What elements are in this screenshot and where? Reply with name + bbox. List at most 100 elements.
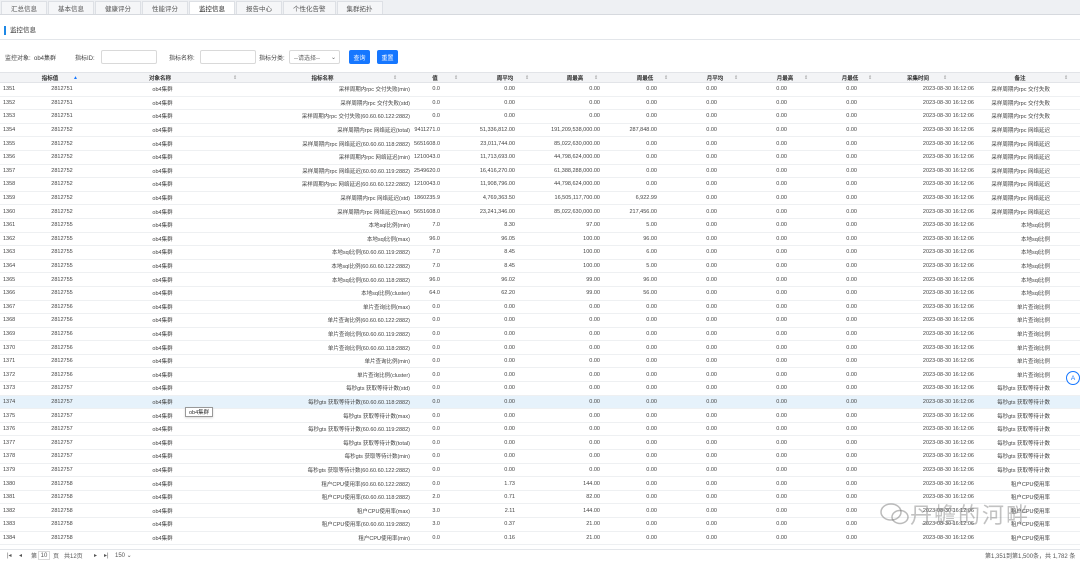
table-row[interactable]: 1364 2812755 ob4集群 本地sql比例(60.60.60.122:288… bbox=[0, 260, 1080, 274]
table-row[interactable]: 1357 2812752 ob4集群 采样周期内rpc 网络延迟(60.60.60.1… bbox=[0, 165, 1080, 179]
table-cell: 0.00 bbox=[504, 385, 515, 392]
table-cell: 2023-08-30 16:12:06 bbox=[922, 317, 974, 324]
table-cell: 本地sql比例 bbox=[1020, 291, 1050, 298]
page-size-select[interactable]: 150 ⌄ bbox=[115, 550, 132, 561]
table-cell: 44,798,624,000.00 bbox=[554, 181, 600, 188]
tab-summary[interactable]: 汇总信息 bbox=[1, 1, 47, 14]
table-cell: 0.00 bbox=[776, 222, 787, 229]
table-cell: 0.00 bbox=[846, 317, 857, 324]
table-row[interactable]: 1360 2812752 ob4集群 采样周期内rpc 网络延迟(max) 565160… bbox=[0, 205, 1080, 219]
table-cell: 0.0 bbox=[432, 385, 440, 392]
column-header[interactable]: 备注 bbox=[1000, 73, 1040, 82]
table-row[interactable]: 1368 2812756 ob4集群 单片查询比例(60.60.60.122:2882… bbox=[0, 314, 1080, 328]
column-header[interactable]: 周最低 bbox=[625, 73, 665, 82]
table-cell: 0.0 bbox=[432, 113, 440, 120]
tab-report-center[interactable]: 报告中心 bbox=[236, 1, 282, 14]
table-cell: 0.00 bbox=[504, 358, 515, 365]
table-row[interactable]: 1356 2812752 ob4集群 采样周期内rpc 网络延迟(min) 121004… bbox=[0, 151, 1080, 165]
column-header[interactable]: 月最高 bbox=[765, 73, 805, 82]
sort-icon[interactable]: ⇕ bbox=[804, 75, 808, 81]
table-row[interactable]: 1377 2812757 ob4集群 每秒gts 获取等待计数(total) 0.0 0.… bbox=[0, 436, 1080, 451]
table-cell: 2812752 bbox=[51, 127, 73, 134]
table-row[interactable]: 1378 2812757 ob4集群 每秒gts 获取等待计数(min) 0.0 0.00… bbox=[0, 450, 1080, 464]
page-input[interactable]: 10 bbox=[38, 551, 50, 560]
table-cell: 本地sql比例(60.60.60.118:2882) bbox=[331, 277, 410, 284]
metric-name-input[interactable] bbox=[200, 50, 256, 64]
table-row[interactable]: 1353 2812751 ob4集群 采样周期内rpc 交付失败(60.60.60.1… bbox=[0, 110, 1080, 124]
sort-icon[interactable]: ⇕ bbox=[525, 75, 529, 81]
sort-icon[interactable]: ⇕ bbox=[454, 75, 458, 81]
table-row[interactable]: 1363 2812755 ob4集群 本地sql比例(60.60.60.119:288… bbox=[0, 246, 1080, 260]
sort-icon[interactable]: ⇕ bbox=[393, 75, 397, 81]
table-cell: 2812752 bbox=[51, 167, 73, 174]
table-row[interactable]: 1361 2812755 ob4集群 本地sql比例(min) 7.0 8.30 97.00… bbox=[0, 219, 1080, 233]
tab-health-score[interactable]: 健康评分 bbox=[95, 1, 141, 14]
table-row[interactable]: 1366 2812755 ob4集群 本地sql比例(cluster) 64.0 62.2… bbox=[0, 287, 1080, 301]
table-row[interactable]: 1376 2812757 ob4集群 每秒gts 获取等待计数(60.60.60.11… bbox=[0, 423, 1080, 437]
query-button[interactable]: 查询 bbox=[349, 50, 370, 64]
table-cell: ob4集群 bbox=[152, 168, 173, 175]
sort-icon[interactable]: ⇕ bbox=[233, 75, 237, 81]
table-cell: 0.00 bbox=[776, 154, 787, 161]
table-row[interactable]: 1384 2812758 ob4集群 租户CPU使用率(min) 0.0 0.16 21.0… bbox=[0, 532, 1080, 546]
table-cell: 2812757 bbox=[51, 453, 73, 460]
table-row[interactable]: 1371 2812756 ob4集群 单片查询比例(min) 0.0 0.00 0.00 0.… bbox=[0, 355, 1080, 369]
table-row[interactable]: 1359 2812752 ob4集群 采样周期内rpc 网络延迟(std) 186023… bbox=[0, 192, 1080, 206]
assistant-float-button[interactable]: A bbox=[1066, 371, 1080, 385]
category-select-value: --请选择-- bbox=[294, 55, 320, 62]
column-header[interactable]: 月最低 bbox=[830, 73, 870, 82]
table-row[interactable]: 1365 2812755 ob4集群 本地sql比例(60.60.60.118:288… bbox=[0, 273, 1080, 287]
table-cell: 2812757 bbox=[51, 412, 73, 419]
table-cell: 2.11 bbox=[504, 507, 515, 514]
table-cell: 3.0 bbox=[432, 507, 440, 514]
column-header[interactable]: 周平均 bbox=[485, 73, 525, 82]
column-header[interactable]: 周最高 bbox=[555, 73, 595, 82]
table-row[interactable]: 1355 2812752 ob4集群 采样周期内rpc 网络延迟(60.60.60.1… bbox=[0, 137, 1080, 151]
table-row[interactable]: 1354 2812752 ob4集群 采样周期内rpc 网络延迟(total) 9411… bbox=[0, 124, 1080, 138]
tab-custom-alert[interactable]: 个性化告警 bbox=[283, 1, 336, 14]
table-cell: 0.00 bbox=[706, 330, 717, 337]
sort-icon[interactable]: ⇕ bbox=[943, 75, 947, 81]
table-cell: 2023-08-30 16:12:06 bbox=[922, 99, 974, 106]
column-header[interactable]: 指标名称 bbox=[300, 73, 345, 82]
tab-cluster-topology[interactable]: 集群拓扑 bbox=[336, 1, 383, 14]
section-title: 监控信息 bbox=[4, 26, 36, 35]
table-row[interactable]: 1380 2812758 ob4集群 租户CPU使用率(60.60.60.122:28… bbox=[0, 477, 1080, 491]
table-cell: 8.45 bbox=[504, 263, 515, 270]
column-header[interactable]: 指标值 bbox=[30, 73, 70, 82]
tab-performance-score[interactable]: 性能评分 bbox=[142, 1, 188, 14]
table-row[interactable]: 1374 2812757 ob4集群 每秒gts 获取等待计数(60.60.60.11… bbox=[0, 395, 1080, 410]
last-page-icon[interactable]: ▸| bbox=[104, 550, 109, 561]
table-row[interactable]: 1358 2812752 ob4集群 采样周期内rpc 网络延迟(60.60.60.1… bbox=[0, 178, 1080, 192]
first-page-icon[interactable]: |◂ bbox=[7, 550, 12, 561]
column-header[interactable]: 值 bbox=[420, 73, 450, 82]
table-row[interactable]: 1373 2812757 ob4集群 每秒gts 获取等待计数(std) 0.0 0.00… bbox=[0, 382, 1080, 396]
table-row[interactable]: 1372 2812756 ob4集群 单片查询比例(cluster) 0.0 0.00 0.… bbox=[0, 368, 1080, 383]
sort-icon[interactable]: ⇕ bbox=[734, 75, 738, 81]
next-page-icon[interactable]: ▸ bbox=[94, 550, 97, 561]
column-header[interactable]: 采集时间 bbox=[893, 73, 943, 82]
prev-page-icon[interactable]: ◂ bbox=[19, 550, 22, 561]
metric-id-input[interactable] bbox=[101, 50, 157, 64]
sort-icon[interactable]: ⇕ bbox=[664, 75, 668, 81]
table-cell: 0.00 bbox=[776, 113, 787, 120]
sort-asc-icon[interactable]: ▲ bbox=[73, 75, 78, 81]
table-cell: 0.0 bbox=[432, 371, 440, 378]
tab-monitoring[interactable]: 监控信息 bbox=[189, 1, 235, 14]
sort-icon[interactable]: ⇕ bbox=[594, 75, 598, 81]
column-header[interactable]: 月平均 bbox=[695, 73, 735, 82]
table-row[interactable]: 1362 2812755 ob4集群 本地sql比例(max) 96.0 96.05 100… bbox=[0, 233, 1080, 247]
reset-button[interactable]: 重置 bbox=[377, 50, 398, 64]
table-row[interactable]: 1375 2812757 ob4集群 每秒gts 获取等待计数(max) 0.0 0.00… bbox=[0, 409, 1080, 423]
category-select[interactable]: --请选择-- ⌄ bbox=[289, 50, 340, 64]
table-row[interactable]: 1379 2812757 ob4集群 每秒gts 获取等待计数(60.60.60.12… bbox=[0, 464, 1080, 478]
table-row[interactable]: 1367 2812756 ob4集群 单片查询比例(max) 0.0 0.00 0.00 0.… bbox=[0, 301, 1080, 315]
table-row[interactable]: 1370 2812756 ob4集群 单片查询比例(60.60.60.118:2882… bbox=[0, 341, 1080, 355]
tab-basic-info[interactable]: 基本信息 bbox=[48, 1, 94, 14]
sort-icon[interactable]: ⇕ bbox=[1064, 75, 1068, 81]
table-row[interactable]: 1351 2812751 ob4集群 采样周期内rpc 交付失败(min) 0.0 0.0… bbox=[0, 83, 1080, 97]
table-row[interactable]: 1369 2812756 ob4集群 单片查询比例(60.60.60.119:2882… bbox=[0, 328, 1080, 342]
column-header[interactable]: 对象名称 bbox=[130, 73, 190, 82]
table-row[interactable]: 1352 2812751 ob4集群 采样周期内rpc 交付失败(std) 0.0 0.0… bbox=[0, 97, 1080, 111]
sort-icon[interactable]: ⇕ bbox=[868, 75, 872, 81]
